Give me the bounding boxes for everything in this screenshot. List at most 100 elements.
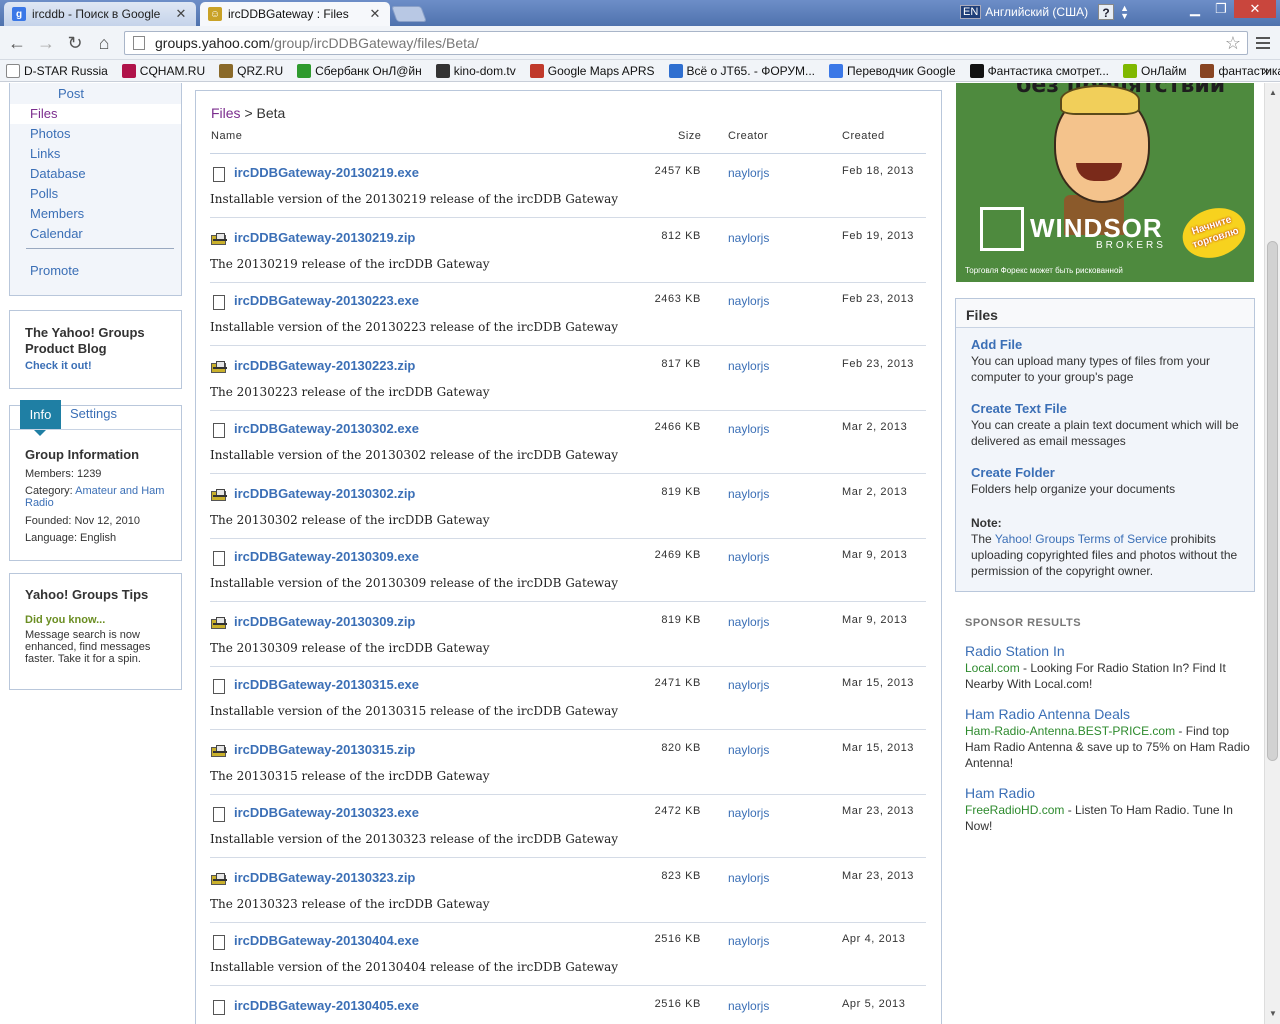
sidebar-item-files[interactable]: Files	[10, 104, 181, 124]
sponsor-url-link[interactable]: Ham-Radio-Antenna.BEST-PRICE.com	[965, 724, 1175, 738]
bookmark-item[interactable]: Google Maps APRS	[529, 63, 655, 78]
file-name-link[interactable]: ircDDBGateway-20130315.zip	[234, 742, 415, 757]
bookmark-star-icon[interactable]: ☆	[1225, 33, 1241, 54]
file-name-link[interactable]: ircDDBGateway-20130302.zip	[234, 486, 415, 501]
browser-tab-google[interactable]: g ircddb - Поиск в Google ✕	[4, 2, 196, 26]
create-folder-link[interactable]: Create Folder	[971, 465, 1241, 481]
file-name-link[interactable]: ircDDBGateway-20130309.zip	[234, 614, 415, 629]
more-bookmarks-icon[interactable]: »	[1262, 62, 1270, 78]
bookmark-item[interactable]: kino-dom.tv	[435, 63, 516, 78]
forward-arrow-icon[interactable]: →	[35, 32, 57, 54]
minimize-window-button[interactable]: ▁	[1182, 0, 1208, 18]
close-tab-icon[interactable]: ✕	[174, 7, 188, 21]
help-icon[interactable]: ?	[1098, 4, 1115, 20]
file-creator-link[interactable]: naylorjs	[728, 231, 769, 245]
sponsor-title-link[interactable]: Ham Radio	[965, 785, 1250, 801]
file-creator-link[interactable]: naylorjs	[728, 294, 769, 308]
restore-window-button[interactable]: ❐	[1208, 0, 1234, 18]
windsor-brokers-ad[interactable]: без препятствий WINDSOR BROKERS Начните …	[956, 83, 1254, 282]
file-creator-link[interactable]: naylorjs	[728, 806, 769, 820]
bookmark-item[interactable]: Сбербанк ОнЛ@йн	[297, 63, 422, 78]
check-it-out-link[interactable]: Check it out!	[25, 360, 166, 372]
new-tab-button[interactable]	[391, 6, 427, 22]
file-name-link[interactable]: ircDDBGateway-20130323.zip	[234, 870, 415, 885]
page-scrollbar[interactable]: ▲ ▼	[1264, 83, 1280, 1024]
address-bar[interactable]: groups.yahoo.com/group/ircDDBGateway/fil…	[124, 31, 1248, 55]
file-creator-link[interactable]: naylorjs	[728, 871, 769, 885]
scroll-up-icon[interactable]: ▲	[1267, 87, 1279, 99]
sidebar-item-photos[interactable]: Photos	[30, 126, 70, 141]
add-file-link[interactable]: Add File	[971, 337, 1241, 353]
sponsor-title-link[interactable]: Ham Radio Antenna Deals	[965, 706, 1250, 722]
close-window-button[interactable]: ✕	[1234, 0, 1276, 18]
reload-icon[interactable]: ↻	[64, 32, 86, 54]
sponsor-url-link[interactable]: Local.com	[965, 661, 1020, 675]
sidebar-item-calendar[interactable]: Calendar	[30, 226, 83, 241]
tab-info[interactable]: Info	[20, 400, 61, 436]
file-creator-link[interactable]: naylorjs	[728, 615, 769, 629]
file-creator-link[interactable]: naylorjs	[728, 166, 769, 180]
scrollbar-thumb[interactable]	[1267, 241, 1278, 761]
file-icon[interactable]	[213, 679, 225, 694]
zip-archive-icon[interactable]	[211, 617, 227, 630]
bookmark-item[interactable]: ОнЛайм	[1123, 63, 1186, 78]
sidebar-item-post[interactable]: Post	[58, 86, 84, 101]
browser-menu-icon[interactable]	[1256, 34, 1270, 52]
language-indicator[interactable]: EN Английский (США) ? ▲ ▼	[960, 2, 1129, 22]
tab-settings[interactable]: Settings	[70, 406, 117, 421]
column-header-size[interactable]: Size	[678, 130, 701, 142]
file-creator-link[interactable]: naylorjs	[728, 999, 769, 1013]
file-creator-link[interactable]: naylorjs	[728, 743, 769, 757]
file-creator-link[interactable]: naylorjs	[728, 422, 769, 436]
file-icon[interactable]	[213, 807, 225, 822]
column-header-creator[interactable]: Creator	[728, 130, 768, 142]
bookmark-item[interactable]: Фантастика смотрет...	[969, 63, 1109, 78]
file-name-link[interactable]: ircDDBGateway-20130405.exe	[234, 998, 419, 1013]
sidebar-item-promote[interactable]: Promote	[30, 263, 79, 278]
language-arrows-icon[interactable]: ▲ ▼	[1120, 4, 1129, 21]
file-name-link[interactable]: ircDDBGateway-20130302.exe	[234, 421, 419, 436]
bookmark-item[interactable]: Переводчик Google	[829, 63, 956, 78]
back-arrow-icon[interactable]: ←	[6, 32, 28, 54]
sponsor-title-link[interactable]: Radio Station In	[965, 643, 1250, 659]
address-url[interactable]: groups.yahoo.com/group/ircDDBGateway/fil…	[155, 35, 479, 51]
column-header-created[interactable]: Created	[842, 130, 885, 142]
bookmark-item[interactable]: D-STAR Russia	[6, 63, 108, 78]
file-name-link[interactable]: ircDDBGateway-20130223.exe	[234, 293, 419, 308]
file-icon[interactable]	[213, 423, 225, 438]
home-icon[interactable]: ⌂	[93, 32, 115, 54]
file-icon[interactable]	[213, 167, 225, 182]
bookmark-item[interactable]: QRZ.RU	[219, 63, 283, 78]
close-tab-icon[interactable]: ✕	[368, 7, 382, 21]
scroll-down-icon[interactable]: ▼	[1267, 1008, 1279, 1020]
file-name-link[interactable]: ircDDBGateway-20130323.exe	[234, 805, 419, 820]
bookmark-item[interactable]: Всё о JT65. - ФОРУМ...	[668, 63, 815, 78]
file-icon[interactable]	[213, 295, 225, 310]
sidebar-item-polls[interactable]: Polls	[30, 186, 58, 201]
sidebar-item-database[interactable]: Database	[30, 166, 86, 181]
zip-archive-icon[interactable]	[211, 361, 227, 374]
create-text-file-link[interactable]: Create Text File	[971, 401, 1241, 417]
zip-archive-icon[interactable]	[211, 745, 227, 758]
file-icon[interactable]	[213, 1000, 225, 1015]
column-header-name[interactable]: Name	[211, 130, 242, 142]
zip-archive-icon[interactable]	[211, 233, 227, 246]
file-icon[interactable]	[213, 551, 225, 566]
file-creator-link[interactable]: naylorjs	[728, 359, 769, 373]
zip-archive-icon[interactable]	[211, 489, 227, 502]
file-creator-link[interactable]: naylorjs	[728, 487, 769, 501]
file-name-link[interactable]: ircDDBGateway-20130219.exe	[234, 165, 419, 180]
file-name-link[interactable]: ircDDBGateway-20130315.exe	[234, 677, 419, 692]
sidebar-item-members[interactable]: Members	[30, 206, 84, 221]
file-name-link[interactable]: ircDDBGateway-20130404.exe	[234, 933, 419, 948]
file-name-link[interactable]: ircDDBGateway-20130309.exe	[234, 549, 419, 564]
sidebar-item-links[interactable]: Links	[30, 146, 60, 161]
browser-tab-files[interactable]: ☺ ircDDBGateway : Files ✕	[200, 2, 390, 26]
terms-of-service-link[interactable]: Yahoo! Groups Terms of Service	[995, 532, 1167, 546]
file-creator-link[interactable]: naylorjs	[728, 550, 769, 564]
file-name-link[interactable]: ircDDBGateway-20130223.zip	[234, 358, 415, 373]
file-name-link[interactable]: ircDDBGateway-20130219.zip	[234, 230, 415, 245]
bookmark-item[interactable]: CQHAM.RU	[121, 63, 205, 78]
file-creator-link[interactable]: naylorjs	[728, 934, 769, 948]
sponsor-url-link[interactable]: FreeRadioHD.com	[965, 803, 1064, 817]
